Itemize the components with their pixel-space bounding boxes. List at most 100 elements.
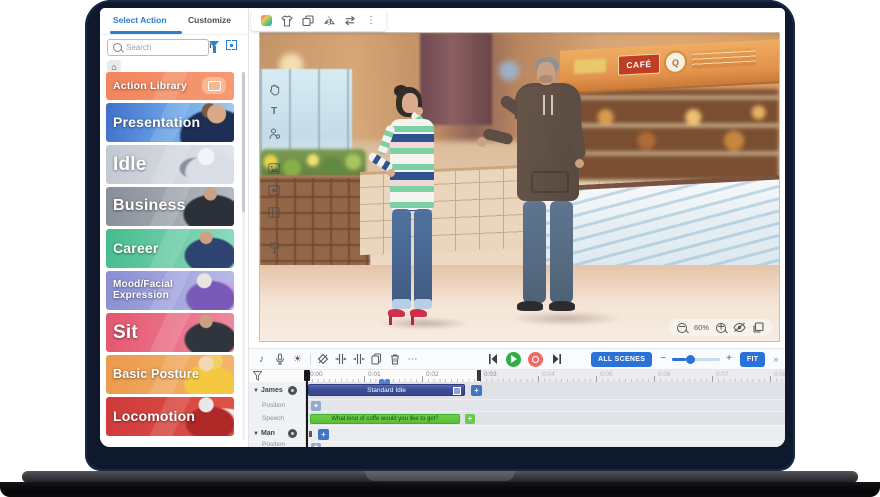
track-james-position: Position + [249, 399, 785, 411]
text-icon[interactable]: T [268, 105, 281, 118]
sign-icon[interactable] [268, 241, 281, 254]
scene-viewport[interactable]: CAFÉ Q [259, 32, 780, 342]
clip-loop-toggle[interactable] [453, 387, 461, 395]
fit-button[interactable]: FIT [740, 352, 765, 367]
add-position-button[interactable]: + [311, 401, 321, 411]
viewport-toolbar: ⋮ [251, 10, 386, 31]
timeline: 0:000:010:020:030:040:050:060:070:08 ▼ J… [249, 370, 785, 447]
search-input[interactable]: Search [107, 39, 209, 56]
zoom-level: 60% [694, 323, 709, 332]
layers-icon[interactable] [302, 15, 314, 27]
ruler-tick-label: 0:08 [774, 371, 785, 378]
chevron-down-icon[interactable]: ▼ [253, 431, 259, 437]
category-mood-facial-expression[interactable]: Mood/Facial Expression [106, 271, 234, 310]
align-right-icon[interactable] [352, 353, 365, 366]
frame-icon[interactable] [753, 322, 764, 333]
collapse-icon[interactable]: » [773, 354, 778, 364]
pastry-display [575, 89, 779, 183]
key-icon[interactable] [316, 353, 329, 366]
mic-icon[interactable] [273, 353, 286, 366]
track-label-james[interactable]: ▼ James [249, 382, 306, 399]
more-options-icon[interactable]: ⋯ [406, 353, 419, 366]
track-camera-icon[interactable] [288, 429, 297, 438]
track-label-position[interactable]: Position [249, 442, 306, 447]
track-filter-icon[interactable] [253, 371, 262, 381]
sit-thumbnail [172, 313, 234, 352]
media-icon[interactable] [268, 184, 281, 197]
search-icon [113, 43, 122, 52]
ruler-tick-label: 0:02 [426, 371, 439, 378]
track-label-speech[interactable]: Speech [249, 412, 306, 425]
ruler-tick-label: 0:07 [716, 371, 729, 378]
character-man[interactable] [485, 57, 605, 315]
image-icon[interactable] [268, 162, 281, 175]
add-position-button[interactable]: + [311, 443, 321, 447]
align-left-icon[interactable] [334, 353, 347, 366]
zoom-plus[interactable]: + [726, 354, 732, 364]
color-style-icon[interactable] [260, 15, 272, 27]
search-row: Search [100, 37, 248, 57]
zoom-out-icon[interactable] [677, 323, 687, 333]
panel-tabs: Select Action Customize Action [100, 8, 248, 35]
chevron-down-icon[interactable]: ▼ [253, 388, 259, 394]
track-james-speech: Speech What kind of coffe would you like… [249, 411, 785, 425]
swap-icon[interactable] [344, 15, 356, 27]
panel-icon[interactable] [268, 206, 281, 219]
category-idle[interactable]: Idle [106, 145, 234, 184]
panel-scrollbar[interactable] [242, 72, 245, 440]
category-locomotion[interactable]: Locomotion [106, 397, 234, 436]
ruler-tick-label: 0:00 [310, 371, 323, 378]
cafe-logo: Q [664, 50, 687, 74]
transport-controls [486, 352, 563, 367]
category-action-library[interactable]: Action Library [106, 72, 234, 100]
filter-icon[interactable] [209, 41, 219, 47]
tab-customize-action[interactable]: Customize Action [188, 8, 248, 33]
category-presentation[interactable]: Presentation [106, 103, 234, 142]
play-icon[interactable] [506, 352, 521, 367]
toolbar-divider [310, 353, 311, 365]
action-clip[interactable]: Standard Idle [308, 384, 465, 396]
track-label-man[interactable]: ▼ Man [249, 426, 306, 441]
add-speech-button[interactable]: + [465, 414, 475, 424]
ruler-tick-label: 0:04 [542, 371, 555, 378]
ruler-tick-label: 0:06 [658, 371, 671, 378]
zoom-bar: 60% [668, 319, 773, 336]
track-label-position[interactable]: Position [249, 400, 306, 411]
tab-select-action[interactable]: Select Action [113, 8, 167, 33]
delete-icon[interactable] [388, 353, 401, 366]
add-action-button[interactable]: + [471, 385, 482, 396]
all-scenes-button[interactable]: ALL SCENES [591, 352, 652, 367]
track-camera-icon[interactable] [288, 386, 297, 395]
add-action-button[interactable]: + [318, 429, 329, 440]
playhead-handle[interactable] [304, 370, 311, 381]
more-icon[interactable]: ⋮ [365, 15, 377, 27]
preview-icon[interactable] [733, 322, 746, 333]
app-window: Select Action Customize Action Search ⌂ … [100, 8, 785, 447]
character-woman[interactable] [360, 83, 452, 327]
slider-knob[interactable] [686, 355, 695, 364]
category-sit[interactable]: Sit [106, 313, 234, 352]
skip-end-icon[interactable] [550, 353, 563, 366]
laptop-base-shadow [0, 482, 880, 497]
record-icon[interactable] [528, 352, 543, 367]
speech-clip[interactable]: What kind of coffe would you like to get… [310, 414, 460, 424]
expand-view-icon[interactable] [226, 40, 237, 50]
category-business[interactable]: Business [106, 187, 234, 226]
effect-icon[interactable]: ☀ [291, 353, 304, 366]
copy-icon[interactable] [370, 353, 383, 366]
shirt-icon[interactable] [281, 15, 293, 27]
skip-start-icon[interactable] [486, 353, 499, 366]
flip-icon[interactable] [323, 15, 335, 27]
category-basic-posture[interactable]: Basic Posture [106, 355, 234, 394]
slider-track[interactable] [672, 358, 720, 361]
career-thumbnail [172, 229, 234, 268]
scene-end-marker[interactable] [477, 370, 481, 381]
category-career[interactable]: Career [106, 229, 234, 268]
character-icon[interactable] [268, 127, 281, 140]
zoom-minus[interactable]: − [660, 354, 666, 364]
playhead[interactable] [306, 370, 308, 447]
hand-icon[interactable] [268, 83, 281, 96]
action-panel: Select Action Customize Action Search ⌂ … [100, 8, 249, 447]
zoom-in-icon[interactable] [716, 323, 726, 333]
music-icon[interactable]: ♪ [255, 353, 268, 366]
